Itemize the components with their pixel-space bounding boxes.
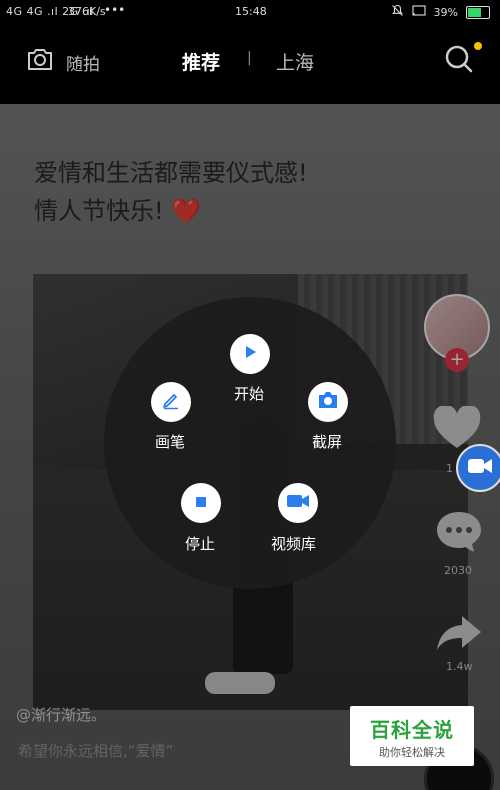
- stop-record-button[interactable]: [181, 483, 221, 523]
- video-library-label: 视频库: [271, 535, 317, 553]
- camera-icon[interactable]: [26, 46, 54, 72]
- tab-city[interactable]: 上海: [276, 48, 314, 75]
- screenshot-label: 截屏: [312, 433, 343, 451]
- watermark-logo: 百科全说 助你轻松解决: [350, 706, 474, 766]
- notification-dot: [474, 42, 482, 50]
- pen-icon: [161, 390, 181, 414]
- camera-icon: [317, 391, 339, 413]
- clock: 15:48: [235, 5, 267, 18]
- tab-recommend[interactable]: 推荐: [182, 48, 220, 75]
- more-notifications-icon: •••: [104, 3, 126, 17]
- mute-bell-icon: [391, 4, 404, 20]
- stop-icon: [194, 494, 208, 513]
- battery-icon: [466, 5, 490, 19]
- play-icon: [242, 344, 258, 364]
- battery-percent: 39%: [433, 5, 458, 19]
- watermark-subtitle: 助你轻松解决: [379, 746, 445, 759]
- start-label: 开始: [234, 385, 265, 403]
- screenshot-button[interactable]: [308, 382, 348, 422]
- start-record-button[interactable]: [230, 334, 270, 374]
- video-camera-icon: [467, 457, 493, 479]
- screen-record-float-button[interactable]: [456, 444, 500, 492]
- network-speed: 376K/s: [68, 5, 106, 18]
- status-bar: 4G 4G .ıl 2G .ıl 376K/s ••• 15:48 39%: [0, 0, 500, 24]
- video-camera-icon: [286, 493, 310, 513]
- cast-icon: [411, 4, 426, 20]
- watermark-title: 百科全说: [370, 718, 454, 742]
- screen-record-menu: 开始 画笔 截屏 停止 视频库: [104, 297, 396, 589]
- pen-label: 画笔: [155, 433, 186, 451]
- tab-separator: |: [247, 50, 252, 66]
- video-library-button[interactable]: [278, 483, 318, 523]
- shoot-button[interactable]: 随拍: [66, 50, 100, 75]
- pen-button[interactable]: [151, 382, 191, 422]
- search-icon[interactable]: [444, 44, 474, 74]
- top-navigation: 随拍 推荐 | 上海: [0, 24, 500, 104]
- stop-label: 停止: [185, 535, 216, 553]
